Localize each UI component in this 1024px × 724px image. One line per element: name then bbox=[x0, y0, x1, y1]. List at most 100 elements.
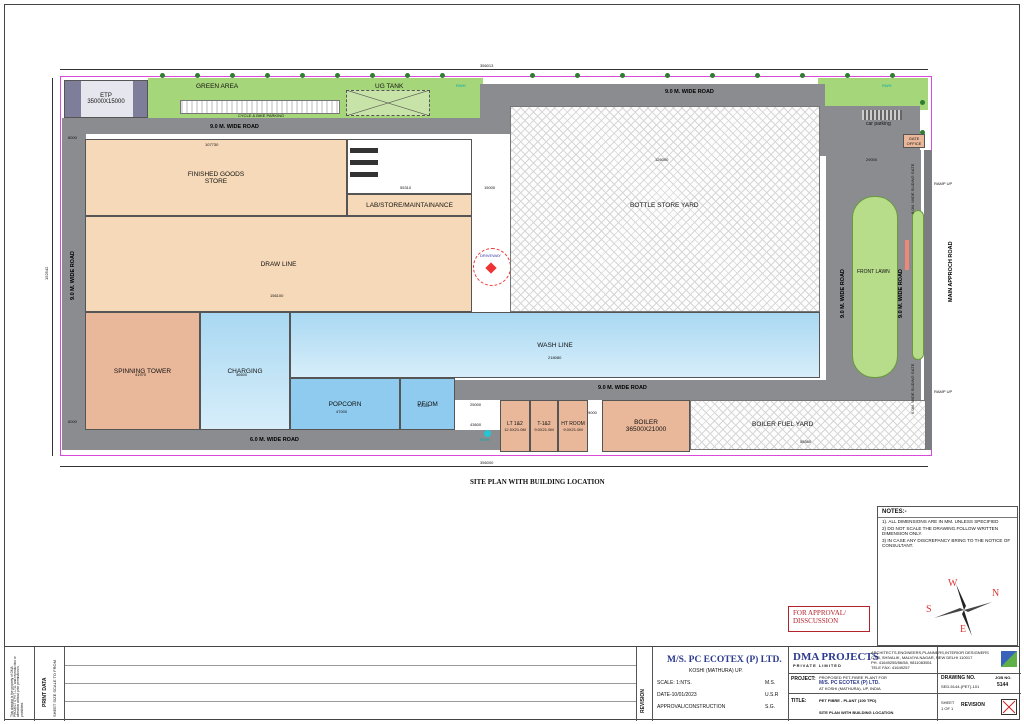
tb-print-cell: PRINT DATA SHEET SIZE SCALE TO FROM bbox=[34, 647, 64, 721]
fg-width: 107730 bbox=[205, 142, 219, 147]
road-top-right bbox=[480, 84, 825, 106]
tb-owner-cell: This drawing is the property of DMA PROJ… bbox=[4, 647, 34, 721]
etp-size: 35000X15000 bbox=[87, 99, 125, 105]
truck-icon bbox=[350, 160, 378, 165]
tree-icon bbox=[195, 73, 200, 78]
tree-icon bbox=[800, 73, 805, 78]
title-line-2: SITE PLAN WITH BUILDING LOCATION bbox=[819, 710, 894, 715]
lab-label: LAB/STORE/MAINTAINANCE bbox=[366, 201, 453, 209]
dim-r2: 43600 bbox=[470, 422, 482, 427]
truck-icon bbox=[350, 148, 378, 153]
notes-header: NOTES:- bbox=[878, 507, 1017, 518]
dsgn-by: U.S.R bbox=[765, 692, 779, 698]
boiler-label: BOILER bbox=[634, 419, 658, 426]
tb-divider bbox=[789, 673, 1021, 674]
road-label-bottom: 6.0 M. WIDE ROAD bbox=[250, 437, 299, 443]
tree-icon bbox=[370, 73, 375, 78]
sliding-gate-1: 6.0M. WIDE SLIDING GATE bbox=[910, 163, 915, 214]
pfom-width: 21330 bbox=[418, 403, 430, 408]
scale-text: SCALE: 1:NTS. bbox=[657, 680, 692, 686]
print-data: PRINT DATA bbox=[42, 677, 48, 707]
boiler-fuel-label: BOILER FUEL YARD bbox=[752, 421, 814, 428]
cycle-parking-label: CYCLE & BIKE PARKING bbox=[238, 113, 285, 118]
revision-label: REVISION bbox=[961, 702, 985, 708]
tree-icon bbox=[405, 73, 410, 78]
road-label-middle: 9.0 M. WIDE ROAD bbox=[598, 385, 647, 391]
boiler: BOILER 36500X21000 bbox=[602, 400, 690, 452]
ug-tank-cross bbox=[346, 90, 430, 116]
purpose-text: APPROVAL/CONSTRUCTION bbox=[657, 704, 726, 710]
date-text: DATE-10/01/2023 bbox=[657, 692, 697, 698]
boiler-size: 36500X21000 bbox=[625, 426, 667, 433]
dim-d1: 8000 bbox=[68, 135, 77, 140]
tb-client-cell: M/S. PC ECOTEX (P) LTD. KOSHI (MATHURA) … bbox=[652, 647, 788, 721]
lab-width: 55310 bbox=[400, 185, 412, 190]
stamp-line-2: DISSCUSSION bbox=[793, 617, 839, 625]
firm-logo-icon bbox=[1001, 651, 1017, 667]
charging-width: 36600 bbox=[236, 372, 248, 377]
print-cols: SHEET SIZE SCALE TO FROM bbox=[52, 660, 57, 717]
truck-icon bbox=[350, 172, 378, 177]
tree-icon bbox=[755, 73, 760, 78]
drawing-no-label: DRAWING NO. bbox=[941, 675, 976, 681]
owner-note: This drawing is the property of DMA PROJ… bbox=[10, 656, 24, 717]
flag-pole-icon bbox=[905, 240, 909, 270]
tb-revisions-cell bbox=[64, 647, 637, 721]
project-label: PROJECT: bbox=[791, 676, 816, 682]
popcorn-label: POPCORN bbox=[328, 400, 362, 408]
lab-store-maintenance: LAB/STORE/MAINTAINANCE bbox=[347, 194, 472, 216]
green-area-label: GREEN AREA bbox=[196, 83, 239, 90]
fg-label-1: FINISHED GOODS bbox=[187, 170, 245, 178]
firm-fax: TELE FAX: 41649257 bbox=[871, 665, 910, 670]
tb-rev-label-cell: REVISION bbox=[636, 647, 652, 721]
wash-width: 218080 bbox=[548, 355, 562, 360]
etp-block: ETP 35000X15000 bbox=[64, 80, 148, 118]
tb-divider bbox=[789, 693, 1021, 694]
bottle-width: 126000 bbox=[655, 157, 669, 162]
tree-icon bbox=[160, 73, 165, 78]
compass-n: N bbox=[992, 588, 1000, 599]
gate-office-label: GATE OFFICE bbox=[906, 136, 922, 146]
popcorn-width: 47000 bbox=[336, 409, 348, 414]
rwh-label-3: RWH bbox=[480, 437, 490, 442]
sheet-label: SHEET bbox=[941, 700, 955, 705]
ht-size: 9.0X21.0M bbox=[563, 426, 583, 432]
compass-e: E bbox=[960, 624, 967, 635]
sliding-gate-2: 6.0M. WIDE SLIDING GATE bbox=[910, 363, 915, 414]
fg-label-2: STORE bbox=[204, 177, 228, 185]
revision-stamp-svg bbox=[1002, 700, 1016, 714]
car-parking-label: car parking bbox=[866, 121, 891, 127]
ht-room: HT ROOM 9.0X21.0M bbox=[558, 400, 588, 452]
tree-icon bbox=[920, 100, 925, 105]
top-dimension-line bbox=[60, 69, 928, 70]
drawing-no: SED-5144-(PET)-101 bbox=[941, 684, 980, 689]
compass-s: S bbox=[926, 604, 932, 615]
project-line-3: AT KOSHI (MATHURA), UP, INDIA bbox=[819, 686, 881, 691]
car-parking-area bbox=[862, 110, 902, 120]
fuel-width: 58380 bbox=[800, 439, 812, 444]
stamp-line-1: FOR APPROVAL/ bbox=[793, 609, 846, 617]
rev-row-line bbox=[65, 665, 637, 666]
tb-divider bbox=[937, 647, 938, 721]
tree-icon bbox=[845, 73, 850, 78]
note-2: 2) DO NOT SCALE THE DRAWING.FOLLOW WRITT… bbox=[882, 526, 999, 536]
gate-office: GATE OFFICE bbox=[903, 134, 925, 148]
road-label-right-2: 9.0 M. WIDE ROAD bbox=[898, 269, 904, 318]
drn-by: M.S. bbox=[765, 680, 776, 686]
rev-row-line bbox=[65, 701, 637, 702]
left-dimension-line bbox=[52, 78, 53, 456]
r1-dim: 15000 bbox=[484, 185, 496, 190]
front-lawn-label: FRONT LAWN bbox=[857, 269, 890, 275]
tree-icon bbox=[335, 73, 340, 78]
road-top-connector bbox=[480, 84, 510, 134]
draw-width: 156100 bbox=[270, 293, 284, 298]
firm-sub: PRIVATE LIMITED bbox=[793, 663, 842, 668]
title-block: This drawing is the property of DMA PROJ… bbox=[4, 646, 1021, 721]
tree-icon bbox=[440, 73, 445, 78]
draw-line-label: DRAW LINE bbox=[260, 260, 297, 268]
dim-d2: 6000 bbox=[68, 419, 77, 424]
plan-title: SITE PLAN WITH BUILDING LOCATION bbox=[470, 478, 605, 486]
client-location: KOSHI (MATHURA) UP. bbox=[689, 668, 743, 674]
popcorn: POPCORN bbox=[290, 378, 400, 430]
approval-stamp: FOR APPROVAL/ DISSCUSSION bbox=[788, 606, 870, 632]
